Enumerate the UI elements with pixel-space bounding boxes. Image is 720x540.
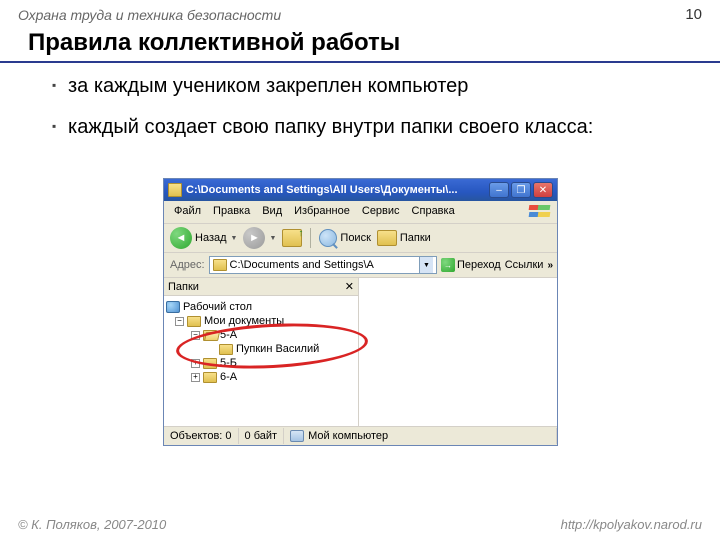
search-icon xyxy=(319,229,337,247)
status-location-label: Мой компьютер xyxy=(308,430,388,442)
menu-favorites[interactable]: Избранное xyxy=(288,203,356,221)
toolbar: ◄ Назад ▼ ► ▼ Поиск Папки xyxy=(164,224,557,253)
go-arrow-icon: → xyxy=(441,258,455,272)
chevron-down-icon[interactable]: ▼ xyxy=(419,257,433,273)
go-button[interactable]: → Переход xyxy=(441,258,501,272)
maximize-button[interactable]: ❐ xyxy=(511,182,531,198)
folder-icon xyxy=(203,358,217,369)
status-objects: Объектов: 0 xyxy=(164,428,239,444)
chevron-overflow-icon[interactable]: » xyxy=(547,260,551,271)
expand-icon[interactable]: + xyxy=(191,373,200,382)
back-button[interactable]: ◄ Назад ▼ xyxy=(170,227,237,249)
forward-button[interactable]: ► ▼ xyxy=(243,227,276,249)
open-folder-icon xyxy=(203,330,217,341)
topic-text: Охрана труда и техника безопасности xyxy=(18,7,281,23)
menu-edit[interactable]: Правка xyxy=(207,203,256,221)
tree-item-6a[interactable]: + 6-А xyxy=(166,370,356,384)
separator xyxy=(310,228,311,248)
back-arrow-icon: ◄ xyxy=(170,227,192,249)
window-title: C:\Documents and Settings\All Users\Доку… xyxy=(186,184,489,196)
menu-view[interactable]: Вид xyxy=(256,203,288,221)
folder-icon xyxy=(187,316,201,327)
status-location: Мой компьютер xyxy=(284,428,557,444)
tree-label: Мои документы xyxy=(204,315,284,327)
menu-tools[interactable]: Сервис xyxy=(356,203,406,221)
tree-item-mydocs[interactable]: − Мои документы xyxy=(166,314,356,328)
footer-url: http://kpolyakov.narod.ru xyxy=(561,517,702,532)
my-computer-icon xyxy=(290,430,304,442)
footer-copyright: © К. Поляков, 2007-2010 xyxy=(18,517,166,532)
folder-icon xyxy=(377,230,397,246)
go-label: Переход xyxy=(457,259,501,271)
links-label[interactable]: Ссылки xyxy=(505,259,544,271)
tree-header-label: Папки xyxy=(168,281,199,293)
bullet-item: каждый создает свою папку внутри папки с… xyxy=(52,114,696,141)
collapse-icon[interactable]: − xyxy=(191,331,200,340)
tree-label: 5-Б xyxy=(220,357,237,369)
back-label: Назад xyxy=(195,232,227,244)
expand-icon[interactable]: + xyxy=(191,359,200,368)
chevron-down-icon: ▼ xyxy=(231,235,238,242)
tree-item-desktop[interactable]: Рабочий стол xyxy=(166,300,356,314)
folder-tree-pane: Папки ✕ Рабочий стол − Мои документы xyxy=(164,278,359,426)
tree-item-5a[interactable]: − 5-А xyxy=(166,328,356,342)
menu-bar: Файл Правка Вид Избранное Сервис Справка xyxy=(164,201,557,224)
tree-item-pupkin[interactable]: Пупкин Василий xyxy=(166,342,356,356)
forward-arrow-icon: ► xyxy=(243,227,265,249)
up-button[interactable] xyxy=(282,229,302,247)
page-number: 10 xyxy=(685,6,702,23)
folder-icon xyxy=(213,259,227,271)
slide-title: Правила коллективной работы xyxy=(0,25,720,63)
address-field[interactable]: C:\Documents and Settings\A ▼ xyxy=(209,256,437,274)
content-pane[interactable] xyxy=(359,278,557,426)
status-bar: Объектов: 0 0 байт Мой компьютер xyxy=(164,426,557,445)
tree-item-5b[interactable]: + 5-Б xyxy=(166,356,356,370)
bullet-item: за каждым учеником закреплен компьютер xyxy=(52,73,696,100)
chevron-down-icon: ▼ xyxy=(269,235,276,242)
folders-label: Папки xyxy=(400,232,431,244)
tree-label: 6-А xyxy=(220,371,237,383)
address-label: Адрес: xyxy=(170,259,205,271)
collapse-icon[interactable]: − xyxy=(175,317,184,326)
windows-flag-icon xyxy=(523,203,553,221)
tree-label: Пупкин Василий xyxy=(236,343,319,355)
folder-icon xyxy=(203,372,217,383)
address-path: C:\Documents and Settings\A xyxy=(230,259,416,271)
explorer-window: C:\Documents and Settings\All Users\Доку… xyxy=(163,178,558,446)
titlebar[interactable]: C:\Documents and Settings\All Users\Доку… xyxy=(164,179,557,201)
close-button[interactable]: ✕ xyxy=(533,182,553,198)
search-button[interactable]: Поиск xyxy=(319,229,370,247)
desktop-icon xyxy=(166,301,180,313)
bullet-list: за каждым учеником закреплен компьютер к… xyxy=(0,73,720,141)
menu-file[interactable]: Файл xyxy=(168,203,207,221)
menu-help[interactable]: Справка xyxy=(406,203,461,221)
search-label: Поиск xyxy=(340,232,370,244)
close-tree-button[interactable]: ✕ xyxy=(345,280,354,293)
tree-label: 5-А xyxy=(220,329,237,341)
folders-button[interactable]: Папки xyxy=(377,230,431,246)
folder-icon xyxy=(219,344,233,355)
status-bytes: 0 байт xyxy=(239,428,285,444)
folder-icon xyxy=(168,183,182,197)
address-bar: Адрес: C:\Documents and Settings\A ▼ → П… xyxy=(164,253,557,278)
tree-label: Рабочий стол xyxy=(183,301,252,313)
minimize-button[interactable]: – xyxy=(489,182,509,198)
